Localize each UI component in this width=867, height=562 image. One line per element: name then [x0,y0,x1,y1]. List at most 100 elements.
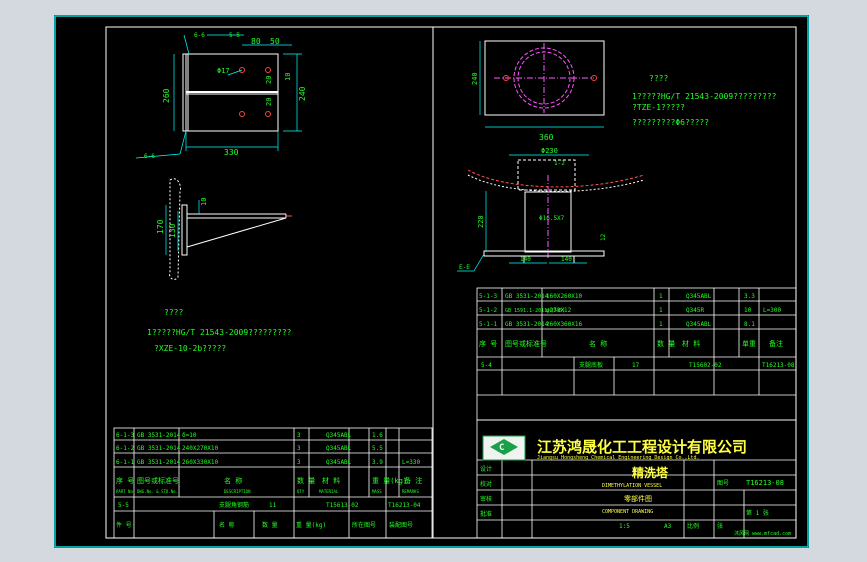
cell: GB 3531-2014 [137,432,181,439]
header-sub: REMARKS [402,489,419,494]
cell: 3.3 [744,293,755,300]
cell: 5-5 [118,502,129,509]
header: 图号或标准号 [505,339,547,348]
cell: GB 3531-2014 [137,459,181,466]
tb-label: 张 [717,522,723,530]
tb-label: 校对 [480,480,492,488]
bolt-hole-icon [239,111,245,117]
drawing-name: 零部件图 [624,494,652,503]
cell: L=330 [402,459,420,466]
header: 名 称 [589,339,607,348]
tb-label: 比例 [687,522,699,530]
cell: 240X270X10 [182,445,219,452]
bolt-hole-icon [265,67,271,73]
header-sub: MASS [372,489,382,494]
left-notes: ???? 1?????HG/T 21543-2009????????? ?XZE… [147,308,292,353]
cell: 3.9 [372,459,383,466]
header: 图号或标准号 [137,476,179,485]
header-sub: DESCRIPTION [224,489,251,494]
cell: T16213-04 [388,502,421,509]
right-notes: ???? 1?????HG/T 21543-2009????????? ?TZE… [632,74,777,127]
cell: δ=10 [182,432,197,439]
side-view: 170 130 10 [156,178,292,280]
dim-text: 140 [520,256,531,263]
svg-text:C: C [499,443,504,453]
sheet-number: 第 1 张 [746,509,769,517]
notes-title: ???? [164,308,183,317]
header: 重 量(kg) [372,477,407,485]
cell: 260X330X10 [182,459,219,466]
header: 材 料 [322,476,340,485]
tb-label: 设计 [480,465,492,473]
header-sub: DWG.No. & STD.No. [137,489,178,494]
footer-label: 装配图号 [389,521,413,529]
header: 备注 [769,339,783,348]
header: 单重 [742,339,756,348]
sheet-size: A3 [664,523,672,530]
dim-text: 130 [168,223,177,238]
cell: Q345ABL [326,445,352,452]
notes-line: ?????????Φ6????? [632,118,709,127]
cell: 10 [744,307,752,314]
dim-text: 240 [471,72,479,85]
drawing-sheet: 6-6 5-5 6-6 80 50 Φ17 10 240 260 20 20 3… [54,15,809,548]
notes-line: 1?????HG/T 21543-2009????????? [147,328,292,337]
header: 名 称 [224,476,242,485]
cell: 17 [632,362,640,369]
company-name: 江苏鸿晟化工工程设计有限公司 [537,438,747,456]
footer-label: 件 号 [116,521,132,529]
cell: Q345ABL [326,459,352,466]
notes-line: 1?????HG/T 21543-2009????????? [632,92,777,101]
section-label: 6-6 [144,153,155,160]
cell: 6-1-3 [116,432,134,439]
cell: Q345ABL [326,432,352,439]
dim-text: 240 [298,86,307,101]
cell: 3 [297,445,301,452]
footer-label: 重 量(kg) [296,521,326,529]
cell: 5-4 [481,362,492,369]
dim-text: 50 [270,37,280,46]
section-label: E-E [459,264,470,271]
header-sub: PART No. [116,489,135,494]
cell: 11 [269,502,277,509]
cell: Q345R [686,307,704,314]
left-parts-rows: 6-1-3 GB 3531-2014 δ=10 3 Q345ABL 1.6 6-… [116,432,422,529]
cell: 5-1-2 [479,307,497,314]
dim-text: 10 [284,73,292,81]
dim-text: 360 [539,133,554,142]
cell: Q345ABL [686,321,712,328]
dim-text: 220 [477,215,485,228]
cad-viewport[interactable]: 6-6 5-5 6-6 80 50 Φ17 10 240 260 20 20 3… [0,0,867,562]
footer-label: 名 称 [219,521,235,529]
cell: 5.5 [372,445,383,452]
cell: L=300 [763,307,781,314]
cell: 160X260X10 [546,293,583,300]
header: 数 量 [657,339,675,348]
header-sub: MATERIAL [319,489,339,494]
tb-label: 批准 [480,510,492,518]
cell: 1 [659,293,663,300]
cell: GB 3531-2014 [505,321,549,328]
plan-view: 6-6 5-5 6-6 80 50 Φ17 10 240 260 20 20 3… [135,32,307,160]
cell: 5-1-3 [479,293,497,300]
top-view: 240 360 [471,40,605,142]
dim-text: 12 [600,233,607,241]
header: 材 料 [682,339,700,348]
dim-text: 330 [224,148,239,157]
cell: 6-1-2 [116,445,134,452]
header: 备 注 [404,476,422,485]
scale-value: 1:5 [619,523,630,530]
right-parts-rows: 5-1-3 GB 3531-2014 160X260X10 1 Q345ABL … [479,293,795,369]
cell: 3 [297,432,301,439]
notes-title: ???? [649,74,668,83]
cell: Q345ABL [686,293,712,300]
header-sub: QTY [297,489,305,494]
dim-text: Φ17 [217,67,230,75]
cell: 支腿角钢筋 [219,501,249,509]
header: 序 号 [116,476,134,485]
cell: 1 [659,307,663,314]
cell: T16213-08 [762,362,795,369]
cell: 8.1 [744,321,755,328]
section-label: 6-6 [194,32,205,39]
cell: GB 3531-2014 [137,445,181,452]
